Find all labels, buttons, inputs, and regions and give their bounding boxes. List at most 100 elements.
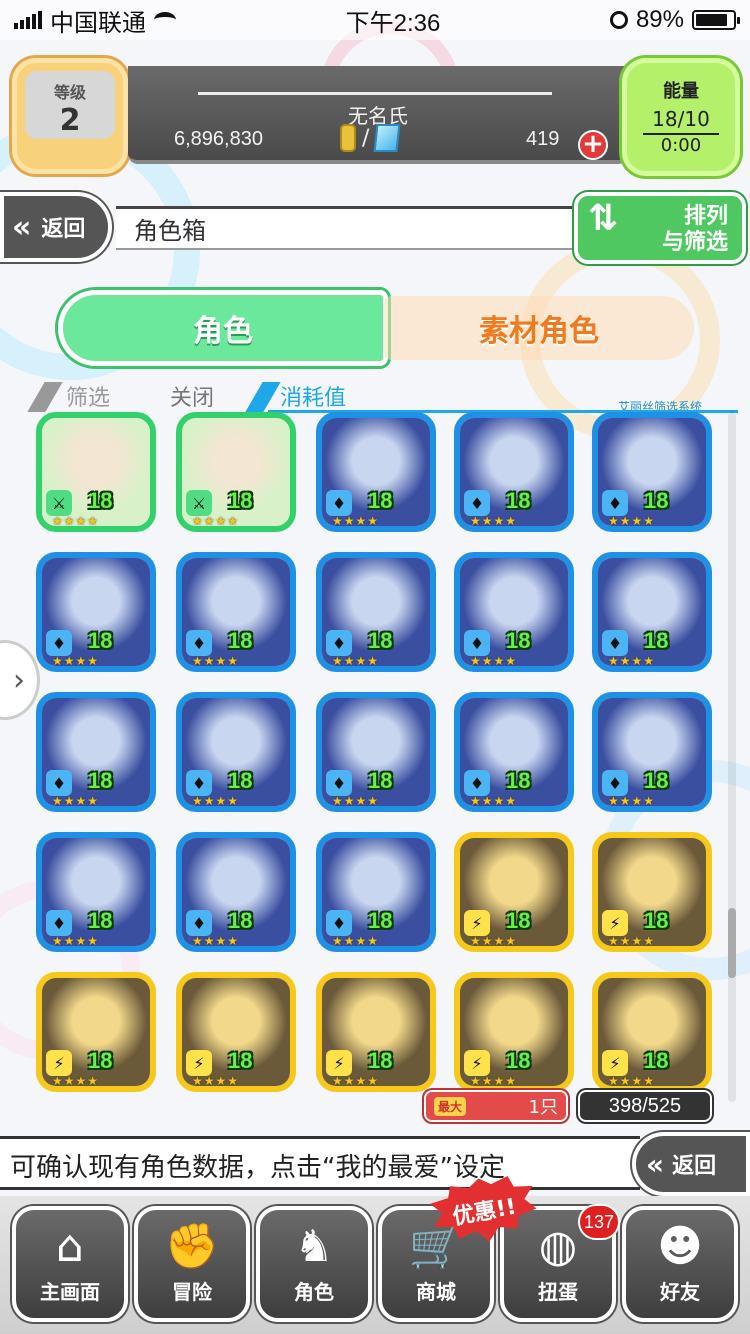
rarity-stars: ★★★★ (332, 514, 380, 528)
scrollbar[interactable] (728, 412, 736, 1102)
player-level-box[interactable]: 等级 2 (12, 58, 128, 174)
rarity-stars: ★★★★ (192, 514, 240, 528)
character-card[interactable]: ♦ 18 ★★★★ (454, 692, 574, 812)
water-element-icon: ♦ (46, 770, 72, 796)
water-element-icon: ♦ (326, 490, 352, 516)
water-element-icon: ♦ (602, 490, 628, 516)
tab-characters[interactable]: 角色 (58, 290, 388, 366)
thunder-element-icon: ⚡ (602, 910, 628, 936)
character-card[interactable]: ♦ 18 ★★★★ (592, 552, 712, 672)
character-level: 18 (368, 908, 393, 933)
nav-home-button[interactable]: ⌂ 主画面 (12, 1206, 128, 1322)
max-label: 最大 (434, 1096, 467, 1116)
character-card[interactable]: ⚡ 18 ★★★★ (592, 832, 712, 952)
character-card[interactable]: ♦ 18 ★★★★ (316, 552, 436, 672)
thunder-element-icon: ⚡ (326, 1050, 352, 1076)
filter-label[interactable]: 筛选 (66, 380, 110, 412)
water-element-icon: ♦ (326, 630, 352, 656)
thunder-element-icon: ⚡ (186, 1050, 212, 1076)
level-label: 等级 (53, 83, 86, 102)
water-element-icon: ♦ (326, 910, 352, 936)
thunder-element-icon: ⚡ (602, 1050, 628, 1076)
filter-row: 筛选 关闭 消耗值 艾丽丝筛选系统 (27, 378, 738, 414)
gem-icon (373, 124, 401, 152)
character-card[interactable]: ♦ 18 ★★★★ (592, 692, 712, 812)
character-card[interactable]: ⚡ 18 ★★★★ (316, 972, 436, 1092)
bottom-navigation: ⌂ 主画面 ✊ 冒险 ♞ 角色 🛒 商城 ◍ 扭蛋 ☻ 好友 (0, 1196, 750, 1334)
alarm-icon (609, 11, 628, 29)
rarity-stars: ★★★★ (332, 934, 380, 948)
back-button-bottom[interactable]: « 返回 (632, 1132, 750, 1196)
add-gems-button[interactable]: + (578, 130, 608, 160)
nav-characters-button[interactable]: ♞ 角色 (256, 1206, 372, 1322)
filter-slash-decoration (27, 382, 63, 412)
character-card[interactable]: ♦ 18 ★★★★ (316, 692, 436, 812)
currency-divider: / (362, 125, 370, 151)
favorite-count: 1只 (528, 1097, 558, 1118)
wifi-icon (154, 12, 176, 28)
character-card[interactable]: ♦ 18 ★★★★ (36, 692, 156, 812)
character-card[interactable]: ♦ 18 ★★★★ (454, 552, 574, 672)
gold-coin-icon (340, 124, 356, 152)
nav-adventure-label: 冒险 (172, 1280, 212, 1304)
water-element-icon: ♦ (186, 630, 212, 656)
rarity-stars: ★★★★ (608, 1074, 656, 1088)
rarity-stars: ★★★★ (470, 794, 518, 808)
rarity-stars: ★★★★ (192, 654, 240, 668)
character-card[interactable]: ♦ 18 ★★★★ (176, 692, 296, 812)
scrollbar-thumb[interactable] (728, 908, 736, 978)
rarity-stars: ★★★★ (608, 654, 656, 668)
water-element-icon: ♦ (326, 770, 352, 796)
back-label: 返回 (41, 217, 86, 242)
box-capacity-count: 398/525 (578, 1090, 712, 1122)
page-title: 角色箱 (134, 217, 206, 245)
character-level: 18 (228, 628, 253, 653)
character-card[interactable]: ♦ 18 ★★★★ (454, 412, 574, 532)
rabbit-sort-icon: ⇅ (588, 198, 619, 239)
rabbit-icon: ♞ (294, 1221, 334, 1272)
character-card[interactable]: ♦ 18 ★★★★ (36, 552, 156, 672)
rarity-stars: ★★★★ (192, 1074, 240, 1088)
favorite-count-badge: 最大 1只 (424, 1090, 568, 1122)
character-card[interactable]: ♦ 18 ★★★★ (36, 832, 156, 952)
nav-friends-button[interactable]: ☻ 好友 (622, 1206, 738, 1322)
character-card[interactable]: ⚔ 18 ★★★★ (36, 412, 156, 532)
energy-box[interactable]: 能量 18/10 0:00 (622, 58, 740, 176)
home-icon: ⌂ (56, 1221, 84, 1272)
cost-sort-label[interactable]: 消耗值 (280, 380, 346, 412)
wood-element-icon: ⚔ (46, 490, 72, 516)
thunder-element-icon: ⚡ (464, 910, 490, 936)
character-card[interactable]: ⚡ 18 ★★★★ (454, 972, 574, 1092)
thunder-element-icon: ⚡ (46, 1050, 72, 1076)
carrier-name: 中国联通 (50, 9, 146, 37)
rarity-stars: ★★★★ (332, 654, 380, 668)
character-card[interactable]: ⚡ 18 ★★★★ (36, 972, 156, 1092)
character-level: 18 (506, 1048, 531, 1073)
character-card[interactable]: ⚡ 18 ★★★★ (454, 832, 574, 952)
character-card[interactable]: ♦ 18 ★★★★ (592, 412, 712, 532)
character-card[interactable]: ♦ 18 ★★★★ (316, 412, 436, 532)
nav-adventure-button[interactable]: ✊ 冒险 (134, 1206, 250, 1322)
character-level: 18 (368, 768, 393, 793)
gold-amount: 6,896,830 (174, 128, 263, 150)
back-button[interactable]: « 返回 (0, 192, 112, 262)
wood-element-icon: ⚔ (186, 490, 212, 516)
character-card[interactable]: ⚡ 18 ★★★★ (176, 972, 296, 1092)
tab-material-characters[interactable]: 素材角色 (384, 296, 694, 360)
back-label: 返回 (672, 1154, 717, 1179)
character-level: 18 (644, 1048, 669, 1073)
filter-close-toggle[interactable]: 关闭 (170, 380, 214, 412)
gacha-notification-badge: 137 (578, 1204, 620, 1240)
expand-side-panel-button[interactable]: › (0, 640, 40, 720)
character-card[interactable]: ♦ 18 ★★★★ (176, 552, 296, 672)
character-card[interactable]: ♦ 18 ★★★★ (176, 832, 296, 952)
nav-home-label: 主画面 (40, 1280, 100, 1304)
character-card[interactable]: ⚔ 18 ★★★★ (176, 412, 296, 532)
double-chevron-left-icon: « (646, 1147, 665, 1181)
character-card[interactable]: ⚡ 18 ★★★★ (592, 972, 712, 1092)
player-info-bar: 无名氏 6,896,830 / 419 + (128, 66, 628, 164)
sort-filter-button[interactable]: ⇅ 排列 与筛选 (574, 192, 746, 264)
character-level: 18 (228, 1048, 253, 1073)
energy-label: 能量 (663, 81, 699, 102)
character-card[interactable]: ♦ 18 ★★★★ (316, 832, 436, 952)
